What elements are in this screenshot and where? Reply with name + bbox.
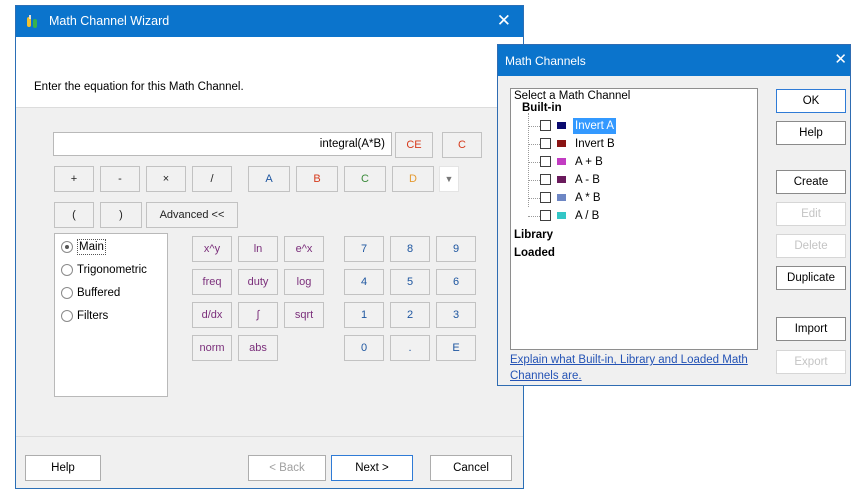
radio-icon xyxy=(61,264,73,276)
sqrt-function-button[interactable]: sqrt xyxy=(284,302,324,328)
log-function-button[interactable]: log xyxy=(284,269,324,295)
digit-1-button[interactable]: 1 xyxy=(344,302,384,328)
math-channels-title: Math Channels xyxy=(505,54,586,68)
minus-button[interactable]: - xyxy=(100,166,140,192)
tree-item-label: Invert A xyxy=(573,118,616,134)
radio-icon xyxy=(61,310,73,322)
checkbox[interactable] xyxy=(540,120,551,131)
create-button[interactable]: Create xyxy=(776,170,846,194)
integral-function-button[interactable]: ∫ xyxy=(238,302,278,328)
tree-item-label: A * B xyxy=(575,192,601,204)
tree-group-library[interactable]: Library xyxy=(514,229,553,241)
channel-b-button[interactable]: B xyxy=(296,166,338,192)
probe-app-icon xyxy=(27,15,37,28)
export-button[interactable]: Export xyxy=(776,350,846,374)
ln-function-button[interactable]: ln xyxy=(238,236,278,262)
decimal-point-button[interactable]: . xyxy=(390,335,430,361)
wizard-prompt: Enter the equation for this Math Channel… xyxy=(34,81,244,93)
color-swatch xyxy=(557,140,566,147)
norm-function-button[interactable]: norm xyxy=(192,335,232,361)
category-filters-label: Filters xyxy=(77,310,109,322)
channel-a-button[interactable]: A xyxy=(248,166,290,192)
channel-dropdown-icon[interactable]: ▼ xyxy=(439,166,459,192)
math-channels-window: Math Channels ✕ Select a Math Channel Bu… xyxy=(497,44,851,386)
freq-function-button[interactable]: freq xyxy=(192,269,232,295)
math-channels-titlebar: Math Channels ✕ xyxy=(498,45,850,76)
derivative-function-button[interactable]: d/dx xyxy=(192,302,232,328)
digit-2-button[interactable]: 2 xyxy=(390,302,430,328)
channel-c-button[interactable]: C xyxy=(344,166,386,192)
multiply-button[interactable]: × xyxy=(146,166,186,192)
digit-6-button[interactable]: 6 xyxy=(436,269,476,295)
category-main-label: Main xyxy=(77,239,106,255)
wizard-back-button[interactable]: < Back xyxy=(248,455,326,481)
color-swatch xyxy=(557,122,566,129)
checkbox[interactable] xyxy=(540,210,551,221)
color-swatch xyxy=(557,176,566,183)
radio-icon xyxy=(61,287,73,299)
delete-button[interactable]: Delete xyxy=(776,234,846,258)
exponent-e-button[interactable]: E xyxy=(436,335,476,361)
digit-5-button[interactable]: 5 xyxy=(390,269,430,295)
digit-3-button[interactable]: 3 xyxy=(436,302,476,328)
clear-button[interactable]: C xyxy=(442,132,482,158)
footer-divider xyxy=(16,436,523,437)
exp-function-button[interactable]: e^x xyxy=(284,236,324,262)
close-paren-button[interactable]: ) xyxy=(100,202,142,228)
ok-button[interactable]: OK xyxy=(776,89,846,113)
open-paren-button[interactable]: ( xyxy=(54,202,94,228)
tree-item-label: A - B xyxy=(575,174,600,186)
wizard-close-icon[interactable]: ✕ xyxy=(497,11,511,31)
checkbox[interactable] xyxy=(540,156,551,167)
plus-button[interactable]: + xyxy=(54,166,94,192)
checkbox[interactable] xyxy=(540,174,551,185)
radio-selected-icon xyxy=(61,241,73,253)
tree-item-label: A + B xyxy=(575,156,603,168)
equation-input[interactable]: integral(A*B) xyxy=(53,132,392,156)
wizard-title: Math Channel Wizard xyxy=(49,14,170,28)
wizard-titlebar: Math Channel Wizard ✕ xyxy=(16,6,523,37)
category-buffered-label: Buffered xyxy=(77,287,121,299)
advanced-toggle-button[interactable]: Advanced << xyxy=(146,202,238,228)
color-swatch xyxy=(557,194,566,201)
color-swatch xyxy=(557,212,566,219)
duplicate-button[interactable]: Duplicate xyxy=(776,266,846,290)
function-category-list: Main Trigonometric Buffered Filters xyxy=(54,233,168,397)
math-channel-tree: Select a Math Channel Built-in Invert A … xyxy=(510,88,758,350)
power-function-button[interactable]: x^y xyxy=(192,236,232,262)
wizard-cancel-button[interactable]: Cancel xyxy=(430,455,512,481)
help-button[interactable]: Help xyxy=(776,121,846,145)
duty-function-button[interactable]: duty xyxy=(238,269,278,295)
math-channels-close-icon[interactable]: ✕ xyxy=(834,51,847,69)
checkbox[interactable] xyxy=(540,138,551,149)
category-trigonometric-label: Trigonometric xyxy=(77,264,147,276)
clear-entry-button[interactable]: CE xyxy=(395,132,433,158)
wizard-help-button[interactable]: Help xyxy=(25,455,101,481)
tree-caption: Select a Math Channel xyxy=(514,90,631,102)
tree-item-label: Invert B xyxy=(575,138,615,150)
digit-7-button[interactable]: 7 xyxy=(344,236,384,262)
abs-function-button[interactable]: abs xyxy=(238,335,278,361)
digit-0-button[interactable]: 0 xyxy=(344,335,384,361)
digit-9-button[interactable]: 9 xyxy=(436,236,476,262)
edit-button[interactable]: Edit xyxy=(776,202,846,226)
divide-button[interactable]: / xyxy=(192,166,232,192)
wizard-header-band: Enter the equation for this Math Channel… xyxy=(16,37,523,108)
tree-group-loaded[interactable]: Loaded xyxy=(514,247,555,259)
digit-8-button[interactable]: 8 xyxy=(390,236,430,262)
wizard-next-button[interactable]: Next > xyxy=(331,455,413,481)
tree-item-label: A / B xyxy=(575,210,600,222)
explain-channels-link[interactable]: Explain what Built-in, Library and Loade… xyxy=(510,352,750,384)
import-button[interactable]: Import xyxy=(776,317,846,341)
math-channel-wizard-window: Math Channel Wizard ✕ Enter the equation… xyxy=(15,5,524,489)
checkbox[interactable] xyxy=(540,192,551,203)
channel-d-button[interactable]: D xyxy=(392,166,434,192)
tree-connector xyxy=(528,113,529,207)
color-swatch xyxy=(557,158,566,165)
digit-4-button[interactable]: 4 xyxy=(344,269,384,295)
